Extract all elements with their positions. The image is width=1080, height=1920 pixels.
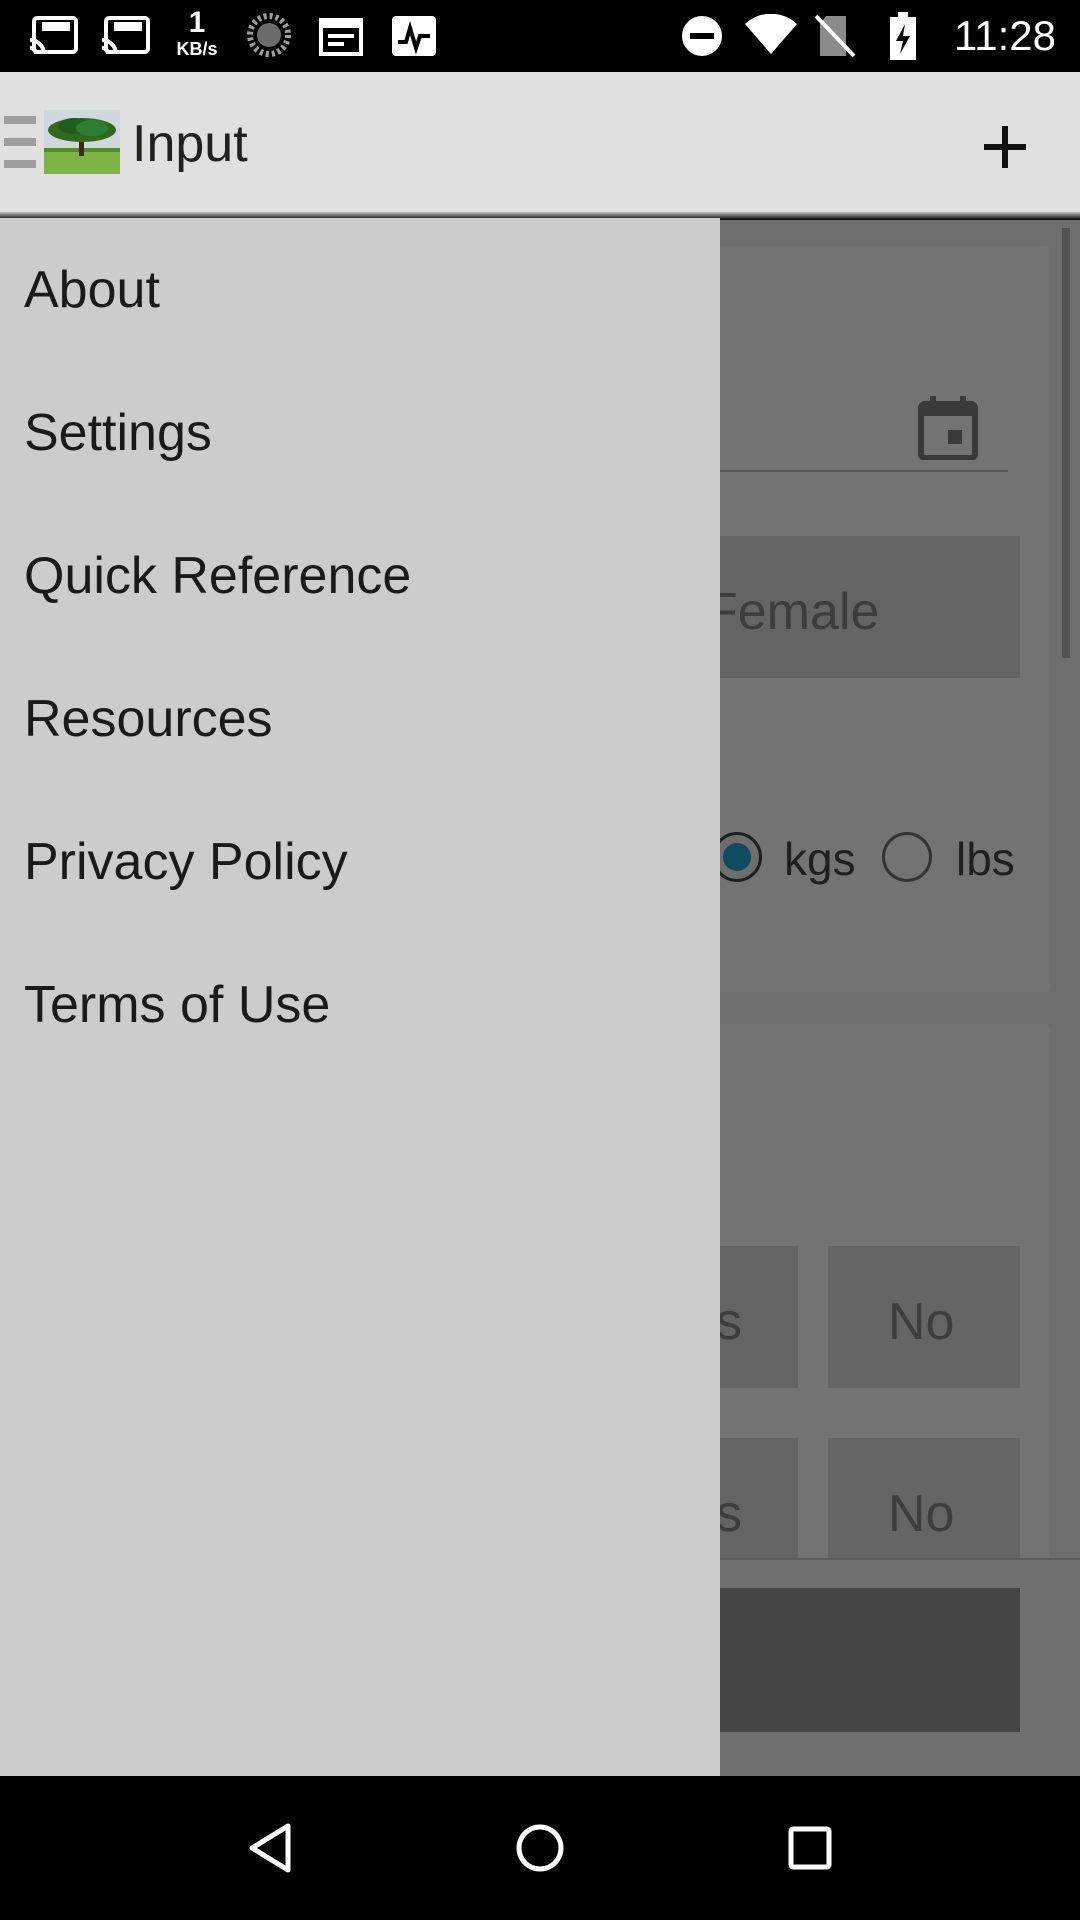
no-label-row-1: No (888, 1293, 955, 1351)
status-time: 11:28 (954, 12, 1056, 59)
cast-http-icon (29, 16, 78, 55)
recents-icon (788, 1826, 832, 1870)
calendar-icon[interactable] (918, 396, 978, 460)
drawer-item-about[interactable]: About (24, 218, 724, 362)
unit-kgs-label: kgs (784, 833, 856, 885)
cast-http-icon (101, 16, 150, 55)
network-speed-unit: KB/s (176, 39, 218, 59)
date-field-underline (680, 470, 1008, 472)
network-speed: 1 KB/s (170, 6, 224, 59)
hamburger-icon[interactable] (4, 116, 36, 172)
drawer-item-settings[interactable]: Settings (24, 361, 724, 505)
no-label-row-2: No (888, 1485, 955, 1543)
tree-logo-icon (44, 110, 120, 174)
sex-female-label: Female (706, 583, 880, 641)
drawer-item-resources[interactable]: Resources (24, 647, 724, 791)
dnd-icon (682, 16, 722, 56)
no-sim-icon (814, 14, 856, 58)
unit-lbs-label: lbs (956, 833, 1015, 885)
recents-button[interactable] (774, 1812, 846, 1884)
back-icon (249, 1823, 291, 1873)
drawer-item-terms-of-use[interactable]: Terms of Use (24, 933, 724, 1077)
home-button[interactable] (504, 1812, 576, 1884)
app-bar: Input (0, 72, 1080, 212)
back-button[interactable] (234, 1812, 306, 1884)
calendar-icon (319, 18, 363, 56)
battery-charging-icon (890, 12, 916, 60)
network-speed-value: 1 (188, 6, 206, 39)
drawer-item-privacy-policy[interactable]: Privacy Policy (24, 790, 724, 934)
home-icon (516, 1824, 564, 1872)
drawer-item-quick-reference[interactable]: Quick Reference (24, 504, 724, 648)
page-title: Input (132, 115, 248, 173)
wifi-icon (745, 14, 797, 54)
navigation-drawer: About Settings Quick Reference Resources… (0, 218, 720, 1776)
system-nav-bar (0, 1776, 1080, 1920)
status-bar: 1 KB/s 11:28 (0, 0, 1080, 72)
plus-icon (984, 126, 1026, 168)
sync-icon (247, 13, 291, 57)
scrollbar[interactable] (1062, 228, 1070, 658)
activity-icon (392, 16, 436, 56)
unit-lbs-radio[interactable] (882, 832, 932, 882)
add-button[interactable] (970, 112, 1040, 182)
